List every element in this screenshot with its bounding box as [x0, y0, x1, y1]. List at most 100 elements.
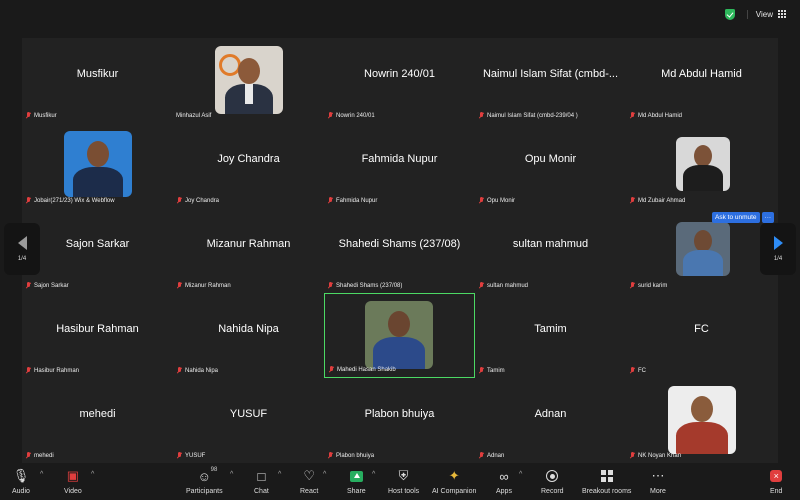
chat-icon: □ — [257, 468, 266, 484]
participant-label: Joy Chandra — [176, 197, 219, 204]
apps-icon: ∞ — [499, 468, 509, 484]
participants-button[interactable]: ☺ 98 Participants — [186, 467, 223, 495]
participant-tile[interactable]: Nowrin 240/01 Nowrin 240/01 — [324, 38, 475, 123]
video-button[interactable]: ▣ Video — [64, 467, 82, 495]
share-options-caret[interactable]: ^ — [372, 471, 375, 478]
participant-tile[interactable]: Opu Monir Opu Monir — [475, 123, 626, 208]
muted-mic-icon — [478, 112, 484, 119]
participant-video — [676, 137, 730, 191]
participant-tile[interactable]: Mizanur Rahman Mizanur Rahman — [173, 208, 324, 293]
participant-tile[interactable]: NK Noyan Khan — [626, 378, 777, 463]
heart-icon: ♡ — [303, 468, 315, 483]
end-meeting-button[interactable]: × End — [770, 467, 782, 495]
participant-tile[interactable]: Md Zubair Ahmad — [626, 123, 777, 208]
participant-tile[interactable]: Fahmida Nupur Fahmida Nupur — [324, 123, 475, 208]
participant-name-large: Musfikur — [76, 68, 119, 80]
participant-tile[interactable]: mehedi mehedi — [22, 378, 173, 463]
muted-mic-icon — [327, 452, 333, 459]
view-button[interactable]: View — [746, 9, 786, 19]
participant-name-large: Hasibur Rahman — [56, 323, 139, 335]
participants-icon: ☺ 98 — [197, 467, 218, 484]
react-button[interactable]: ♡ React — [300, 467, 318, 495]
participant-tile[interactable]: Shahedi Shams (237/08) Shahedi Shams (23… — [324, 208, 475, 293]
participant-tile[interactable]: YUSUF YUSUF — [173, 378, 324, 463]
muted-mic-icon — [478, 452, 484, 459]
tile-more-button[interactable]: ··· — [761, 212, 775, 223]
apps-button[interactable]: ∞ Apps — [496, 467, 512, 496]
participant-label: Tamim — [478, 367, 505, 374]
participant-tile[interactable]: Adnan Adnan — [475, 378, 626, 463]
muted-mic-icon — [629, 112, 635, 119]
participant-tile[interactable]: Minhazul Asif — [173, 38, 324, 123]
participant-name-large: Plabon bhuiya — [364, 408, 435, 420]
apps-options-caret[interactable]: ^ — [519, 471, 522, 478]
ai-companion-button[interactable]: ✦ AI Companion — [432, 467, 476, 495]
react-options-caret[interactable]: ^ — [323, 471, 326, 478]
chat-button[interactable]: □ Chat — [254, 467, 269, 496]
muted-mic-icon — [629, 367, 635, 374]
muted-mic-icon — [629, 282, 635, 289]
audio-options-caret[interactable]: ^ — [40, 471, 43, 478]
participant-name-large: sultan mahmud — [512, 238, 589, 250]
participant-tile[interactable]: Musfikur Musfikur — [22, 38, 173, 123]
participant-name-large: Sajon Sarkar — [65, 238, 130, 250]
participant-tile[interactable]: Md Abdul Hamid Md Abdul Hamid — [626, 38, 777, 123]
arrow-right-icon — [773, 236, 783, 250]
shield-icon: ⛨ — [398, 468, 409, 483]
participant-tile[interactable]: Joy Chandra Joy Chandra — [173, 123, 324, 208]
participant-name-large: Fahmida Nupur — [361, 153, 438, 165]
participant-tile-active-speaker[interactable]: Mahedi Hasan Shakib — [324, 293, 475, 378]
participant-label: mehedi — [25, 452, 54, 459]
chat-options-caret[interactable]: ^ — [278, 471, 281, 478]
participant-label: Nahida Nipa — [176, 367, 218, 374]
participant-tile[interactable]: Naimul Islam Sifat (cmbd-... Naimul Isla… — [475, 38, 626, 123]
participant-tile[interactable]: FC FC — [626, 293, 777, 378]
arrow-left-icon — [17, 236, 27, 250]
participant-label: surid karim — [629, 282, 667, 289]
participant-tile[interactable]: Jobair(271/23) Wix & Webflow — [22, 123, 173, 208]
participant-label: Shahedi Shams (237/08) — [327, 282, 402, 289]
participant-label: YUSUF — [176, 452, 205, 459]
muted-mic-icon — [328, 366, 334, 373]
participant-tile[interactable]: Nahida Nipa Nahida Nipa — [173, 293, 324, 378]
participant-name-large: Nahida Nipa — [218, 323, 279, 335]
participant-video — [64, 131, 132, 197]
participant-label: Md Zubair Ahmad — [629, 197, 685, 204]
muted-mic-icon — [629, 452, 635, 459]
muted-mic-icon — [478, 197, 484, 204]
audio-button[interactable]: 🎙 Audio — [12, 467, 30, 495]
participant-label: Sajon Sarkar — [25, 282, 69, 289]
participant-tile[interactable]: sultan mahmud sultan mahmud — [475, 208, 626, 293]
participants-count: 98 — [210, 467, 218, 473]
record-button[interactable]: Record — [541, 467, 564, 495]
participant-label: Nowrin 240/01 — [327, 112, 375, 119]
participant-tile[interactable]: Hasibur Rahman Hasibur Rahman — [22, 293, 173, 378]
participant-label: Opu Monir — [478, 197, 515, 204]
next-page-button[interactable]: 1/4 — [760, 223, 796, 275]
ask-to-unmute-button[interactable]: Ask to unmute — [712, 212, 760, 223]
ask-to-unmute-control: Ask to unmute ··· — [712, 212, 775, 223]
meeting-toolbar: 🎙 Audio ^ ▣ Video ^ ☺ 98 Participants ^ □… — [0, 463, 800, 500]
participant-tile[interactable]: Plabon bhuiya Plabon bhuiya — [324, 378, 475, 463]
more-button[interactable]: ⋯ More — [650, 467, 666, 495]
video-options-caret[interactable]: ^ — [91, 471, 94, 478]
video-off-icon: ▣ — [66, 468, 80, 483]
participants-options-caret[interactable]: ^ — [230, 471, 233, 478]
previous-page-button[interactable]: 1/4 — [4, 223, 40, 275]
participant-tile[interactable]: Sajon Sarkar Sajon Sarkar — [22, 208, 173, 293]
record-icon — [546, 470, 559, 482]
participant-label: Hasibur Rahman — [25, 367, 79, 374]
top-bar: View — [0, 0, 800, 28]
share-button[interactable]: Share — [347, 467, 366, 495]
participant-name-large: Shahedi Shams (237/08) — [338, 238, 461, 250]
breakout-rooms-button[interactable]: Breakout rooms — [582, 467, 631, 495]
participant-label: Mahedi Hasan Shakib — [328, 366, 396, 373]
encryption-shield-icon[interactable] — [724, 8, 735, 20]
participant-name-large: Adnan — [534, 408, 567, 420]
participant-name-large: Mizanur Rahman — [206, 238, 291, 250]
muted-mic-icon — [176, 282, 182, 289]
participant-tile[interactable]: Tamim Tamim — [475, 293, 626, 378]
host-tools-button[interactable]: ⛨ Host tools — [388, 467, 419, 495]
microphone-icon: 🎙 — [12, 468, 30, 483]
participant-name-large: FC — [694, 323, 709, 335]
